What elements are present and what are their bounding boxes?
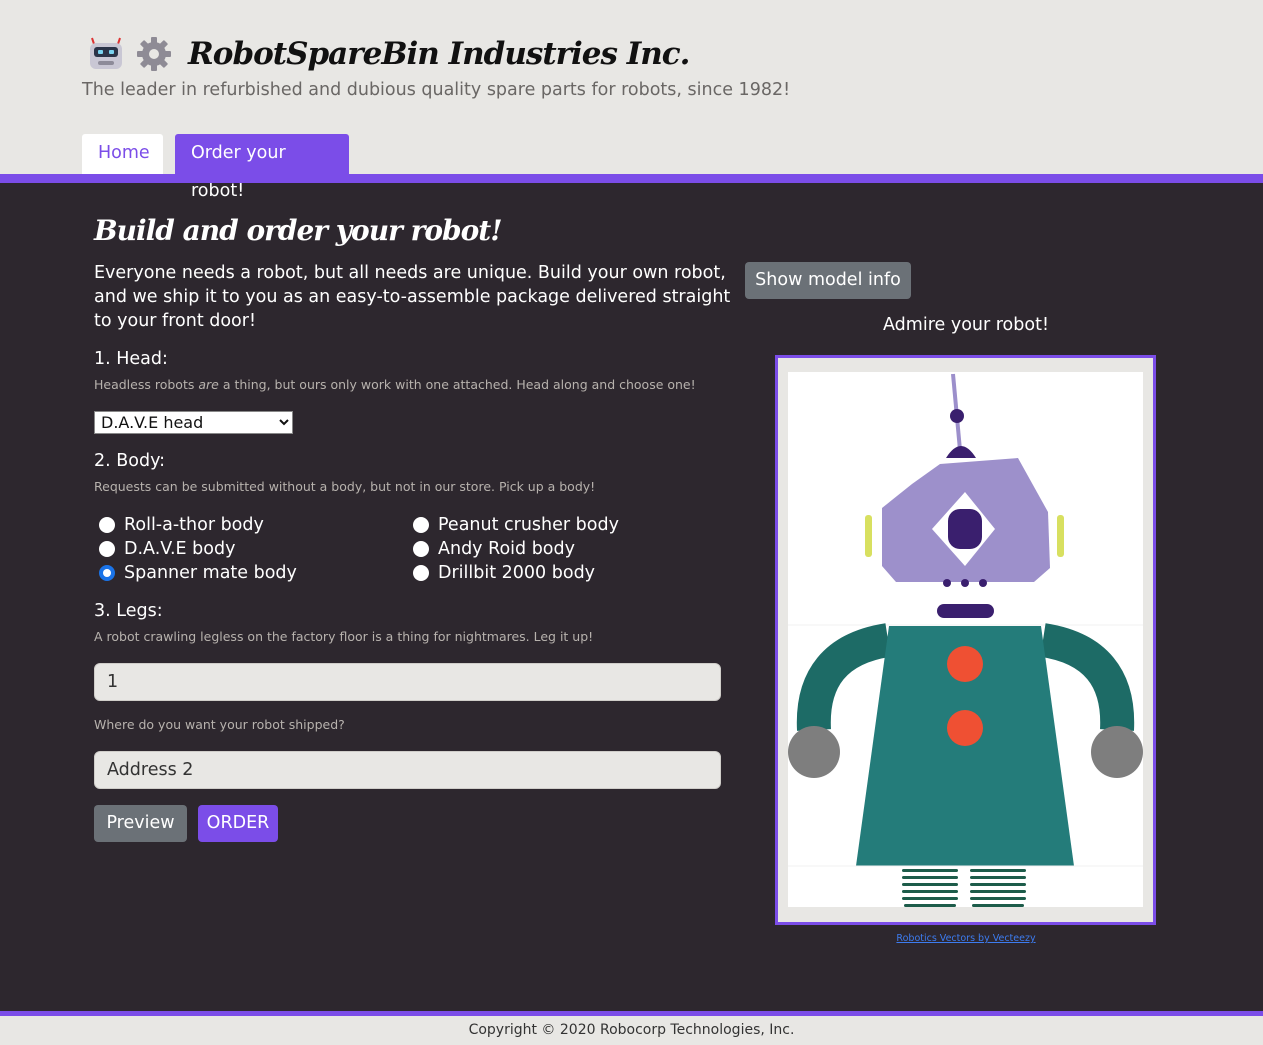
body-option-label: Andy Roid body bbox=[438, 539, 575, 559]
site-footer: Copyright © 2020 Robocorp Technologies, … bbox=[0, 1016, 1263, 1045]
radio-button[interactable] bbox=[99, 541, 115, 557]
robot-body-image bbox=[788, 623, 1143, 866]
address-hint: Where do you want your robot shipped? bbox=[94, 717, 345, 732]
robot-head-image bbox=[865, 373, 1064, 618]
radio-button[interactable] bbox=[413, 541, 429, 557]
preview-button[interactable]: Preview bbox=[94, 805, 187, 842]
body-option-label: Roll-a-thor body bbox=[124, 515, 264, 535]
body-option-peanut-crusher[interactable]: Peanut crusher body bbox=[413, 513, 619, 537]
head-hint-before: Headless robots bbox=[94, 377, 195, 392]
intro-text: Everyone needs a robot, but all needs ar… bbox=[94, 263, 731, 331]
head-label: 1. Head: bbox=[94, 349, 168, 369]
body-option-spanner-mate[interactable]: Spanner mate body bbox=[99, 561, 297, 585]
page-title: Build and order your robot! bbox=[94, 214, 502, 247]
robot-legs-image bbox=[902, 869, 1026, 907]
head-hint: Headless robots are a thing, but ours on… bbox=[94, 377, 696, 392]
tab-home[interactable]: Home bbox=[82, 134, 163, 174]
gear-icon bbox=[137, 37, 171, 71]
legs-label: 3. Legs: bbox=[94, 601, 163, 621]
vecteezy-credit-link[interactable]: Robotics Vectors by Vecteezy bbox=[776, 933, 1156, 944]
show-model-info-button[interactable]: Show model info bbox=[745, 262, 911, 299]
body-option-dave[interactable]: D.A.V.E body bbox=[99, 537, 235, 561]
body-option-label: Peanut crusher body bbox=[438, 515, 619, 535]
robot-preview-image bbox=[788, 373, 1143, 907]
head-hint-emphasis: are bbox=[198, 377, 219, 392]
body-option-label: Spanner mate body bbox=[124, 563, 297, 583]
body-hint: Requests can be submitted without a body… bbox=[94, 479, 596, 494]
body-option-roll-a-thor[interactable]: Roll-a-thor body bbox=[99, 513, 264, 537]
head-hint-after: a thing, but ours only work with one att… bbox=[222, 377, 696, 392]
head-select[interactable]: D.A.V.E head bbox=[94, 411, 293, 434]
site-title: RobotSpareBin Industries Inc. bbox=[188, 36, 690, 72]
radio-button[interactable] bbox=[99, 517, 115, 533]
body-option-label: D.A.V.E body bbox=[124, 539, 236, 559]
legs-input[interactable] bbox=[94, 663, 721, 701]
legs-hint: A robot crawling legless on the factory … bbox=[94, 629, 594, 644]
radio-button[interactable] bbox=[413, 565, 429, 581]
body-option-label: Drillbit 2000 body bbox=[438, 563, 596, 583]
robot-preview-frame bbox=[775, 355, 1156, 925]
robot-preview-canvas bbox=[788, 372, 1143, 907]
robot-emoji-icon bbox=[90, 37, 122, 69]
radio-button-selected[interactable] bbox=[99, 565, 115, 581]
brand: RobotSpareBin Industries Inc. bbox=[86, 34, 690, 74]
admire-caption: Admire your robot! bbox=[883, 315, 1049, 335]
body-label: 2. Body: bbox=[94, 451, 166, 471]
order-button[interactable]: ORDER bbox=[198, 805, 278, 842]
body-option-andy-roid[interactable]: Andy Roid body bbox=[413, 537, 575, 561]
body-option-drillbit-2000[interactable]: Drillbit 2000 body bbox=[413, 561, 595, 585]
tab-order-your-robot[interactable]: Order your robot! bbox=[175, 134, 349, 201]
address-input[interactable] bbox=[94, 751, 721, 789]
site-header: RobotSpareBin Industries Inc. The leader… bbox=[0, 0, 1263, 201]
header-divider bbox=[0, 174, 1263, 183]
site-tagline: The leader in refurbished and dubious qu… bbox=[82, 80, 791, 100]
radio-button[interactable] bbox=[413, 517, 429, 533]
